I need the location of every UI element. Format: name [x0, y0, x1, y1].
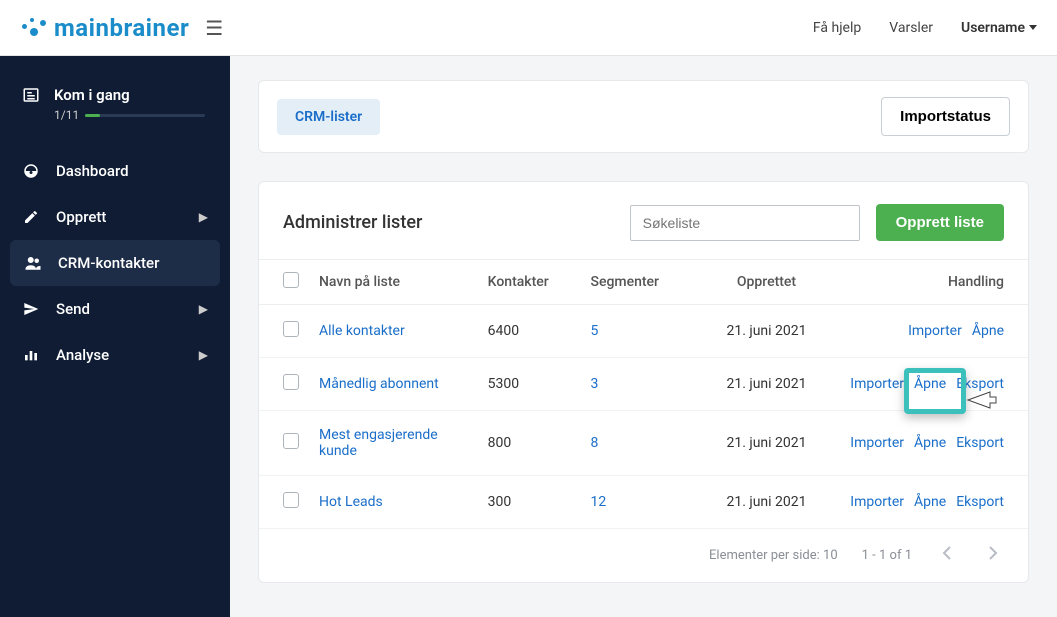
sidebar-icon	[24, 254, 42, 272]
import-status-button[interactable]: Importstatus	[881, 97, 1010, 136]
segments-link[interactable]: 3	[591, 376, 599, 392]
sidebar-item-dashboard[interactable]: Dashboard	[0, 148, 230, 194]
segments-link[interactable]: 5	[591, 323, 599, 339]
sidebar-get-started[interactable]: Kom i gang 1/11	[0, 76, 230, 140]
table-row: Mest engasjerende kunde 800 8 21. juni 2021…	[259, 411, 1028, 476]
logo[interactable]: mainbrainer	[20, 14, 189, 42]
logo-text-brain: brainer	[109, 14, 189, 42]
sidebar-icon	[22, 208, 40, 226]
hamburger-icon[interactable]: ☰	[205, 16, 223, 40]
list-name-link[interactable]: Mest engasjerende kunde	[319, 427, 438, 459]
sidebar-icon	[22, 162, 40, 180]
contacts-cell: 300	[478, 476, 581, 529]
created-cell: 21. juni 2021	[693, 305, 841, 358]
list-name-link[interactable]: Hot Leads	[319, 494, 383, 510]
export-link[interactable]: Eksport	[956, 494, 1004, 510]
search-input[interactable]	[630, 205, 860, 241]
sidebar-get-started-progress: 1/11	[54, 108, 79, 122]
per-page-value: 10	[823, 548, 838, 563]
col-header-contacts: Kontakter	[478, 260, 581, 305]
row-checkbox[interactable]	[283, 433, 299, 449]
sidebar-item-crm-kontakter[interactable]: CRM-kontakter	[10, 240, 220, 286]
select-all-checkbox[interactable]	[283, 272, 299, 288]
user-menu[interactable]: Username	[961, 20, 1037, 36]
prev-page-button[interactable]	[936, 545, 958, 566]
logo-dots-icon	[20, 16, 48, 40]
table-row: Alle kontakter 6400 5 21. juni 2021 Importer…	[259, 305, 1028, 358]
row-checkbox[interactable]	[283, 321, 299, 337]
col-header-created: Opprettet	[693, 260, 841, 305]
export-link[interactable]: Eksport	[956, 376, 1004, 392]
lists-card-header: Administrer lister Opprett liste	[259, 182, 1028, 259]
newspaper-icon	[22, 86, 40, 104]
created-cell: 21. juni 2021	[693, 411, 841, 476]
logo-text-main: main	[54, 14, 109, 42]
pagination: Elementer per side: 10 1 - 1 of 1	[709, 545, 1004, 566]
next-page-button[interactable]	[982, 545, 1004, 566]
chevron-right-icon: ▶	[199, 302, 208, 316]
page-range: 1 - 1 of 1	[862, 548, 912, 563]
help-link[interactable]: Få hjelp	[813, 20, 861, 36]
table-row: Månedlig abonnent 5300 3 21. juni 2021 Impor…	[259, 358, 1028, 411]
chevron-down-icon	[1029, 25, 1037, 30]
lists-table: Navn på liste Kontakter Segmenter Oppret…	[259, 259, 1028, 582]
progress-bar	[85, 114, 205, 117]
sidebar-icon	[22, 300, 40, 318]
chevron-right-icon: ▶	[199, 210, 208, 224]
sidebar-item-label: Analyse	[56, 346, 109, 364]
main-content: CRM-lister Importstatus Administrer list…	[230, 56, 1057, 617]
open-link[interactable]: Åpne	[972, 323, 1004, 339]
segments-link[interactable]: 8	[591, 435, 599, 451]
created-cell: 21. juni 2021	[693, 476, 841, 529]
export-link[interactable]: Eksport	[956, 435, 1004, 451]
manage-lists-title: Administrer lister	[283, 212, 422, 233]
list-name-link[interactable]: Alle kontakter	[319, 323, 405, 339]
contacts-cell: 6400	[478, 305, 581, 358]
sidebar: Kom i gang 1/11 Dashboard Opprett ▶ CRM-kon…	[0, 56, 230, 617]
created-cell: 21. juni 2021	[693, 358, 841, 411]
header-right: Få hjelp Varsler Username	[813, 20, 1037, 36]
tab-crm-lists[interactable]: CRM-lister	[277, 99, 380, 135]
table-row: Hot Leads 300 12 21. juni 2021 Importer Åpne E…	[259, 476, 1028, 529]
sidebar-item-send[interactable]: Send ▶	[0, 286, 230, 332]
app-header: mainbrainer ☰ Få hjelp Varsler Username	[0, 0, 1057, 56]
sidebar-item-opprett[interactable]: Opprett ▶	[0, 194, 230, 240]
col-header-action: Handling	[840, 260, 1028, 305]
alerts-link[interactable]: Varsler	[889, 20, 933, 36]
col-header-segments: Segmenter	[581, 260, 693, 305]
open-link[interactable]: Åpne	[914, 435, 946, 451]
sidebar-item-label: CRM-kontakter	[58, 254, 159, 272]
chevron-right-icon: ▶	[199, 348, 208, 362]
open-link[interactable]: Åpne	[914, 376, 946, 392]
sidebar-item-label: Send	[56, 300, 90, 318]
import-link[interactable]: Importer	[850, 435, 904, 451]
row-checkbox[interactable]	[283, 492, 299, 508]
row-checkbox[interactable]	[283, 374, 299, 390]
open-link[interactable]: Åpne	[914, 494, 946, 510]
import-link[interactable]: Importer	[850, 494, 904, 510]
per-page-label: Elementer per side:	[709, 548, 820, 563]
list-name-link[interactable]: Månedlig abonnent	[319, 376, 439, 392]
sidebar-get-started-label: Kom i gang	[54, 86, 205, 104]
sidebar-item-analyse[interactable]: Analyse ▶	[0, 332, 230, 378]
page-header-card: CRM-lister Importstatus	[258, 80, 1029, 153]
sidebar-icon	[22, 346, 40, 364]
contacts-cell: 800	[478, 411, 581, 476]
sidebar-item-label: Dashboard	[56, 162, 129, 180]
import-link[interactable]: Importer	[908, 323, 962, 339]
import-link[interactable]: Importer	[850, 376, 904, 392]
sidebar-item-label: Opprett	[56, 208, 106, 226]
username-label: Username	[961, 20, 1025, 36]
contacts-cell: 5300	[478, 358, 581, 411]
create-list-button[interactable]: Opprett liste	[876, 204, 1004, 241]
segments-link[interactable]: 12	[591, 494, 607, 510]
col-header-name: Navn på liste	[309, 260, 478, 305]
lists-card: Administrer lister Opprett liste Navn på…	[258, 181, 1029, 583]
